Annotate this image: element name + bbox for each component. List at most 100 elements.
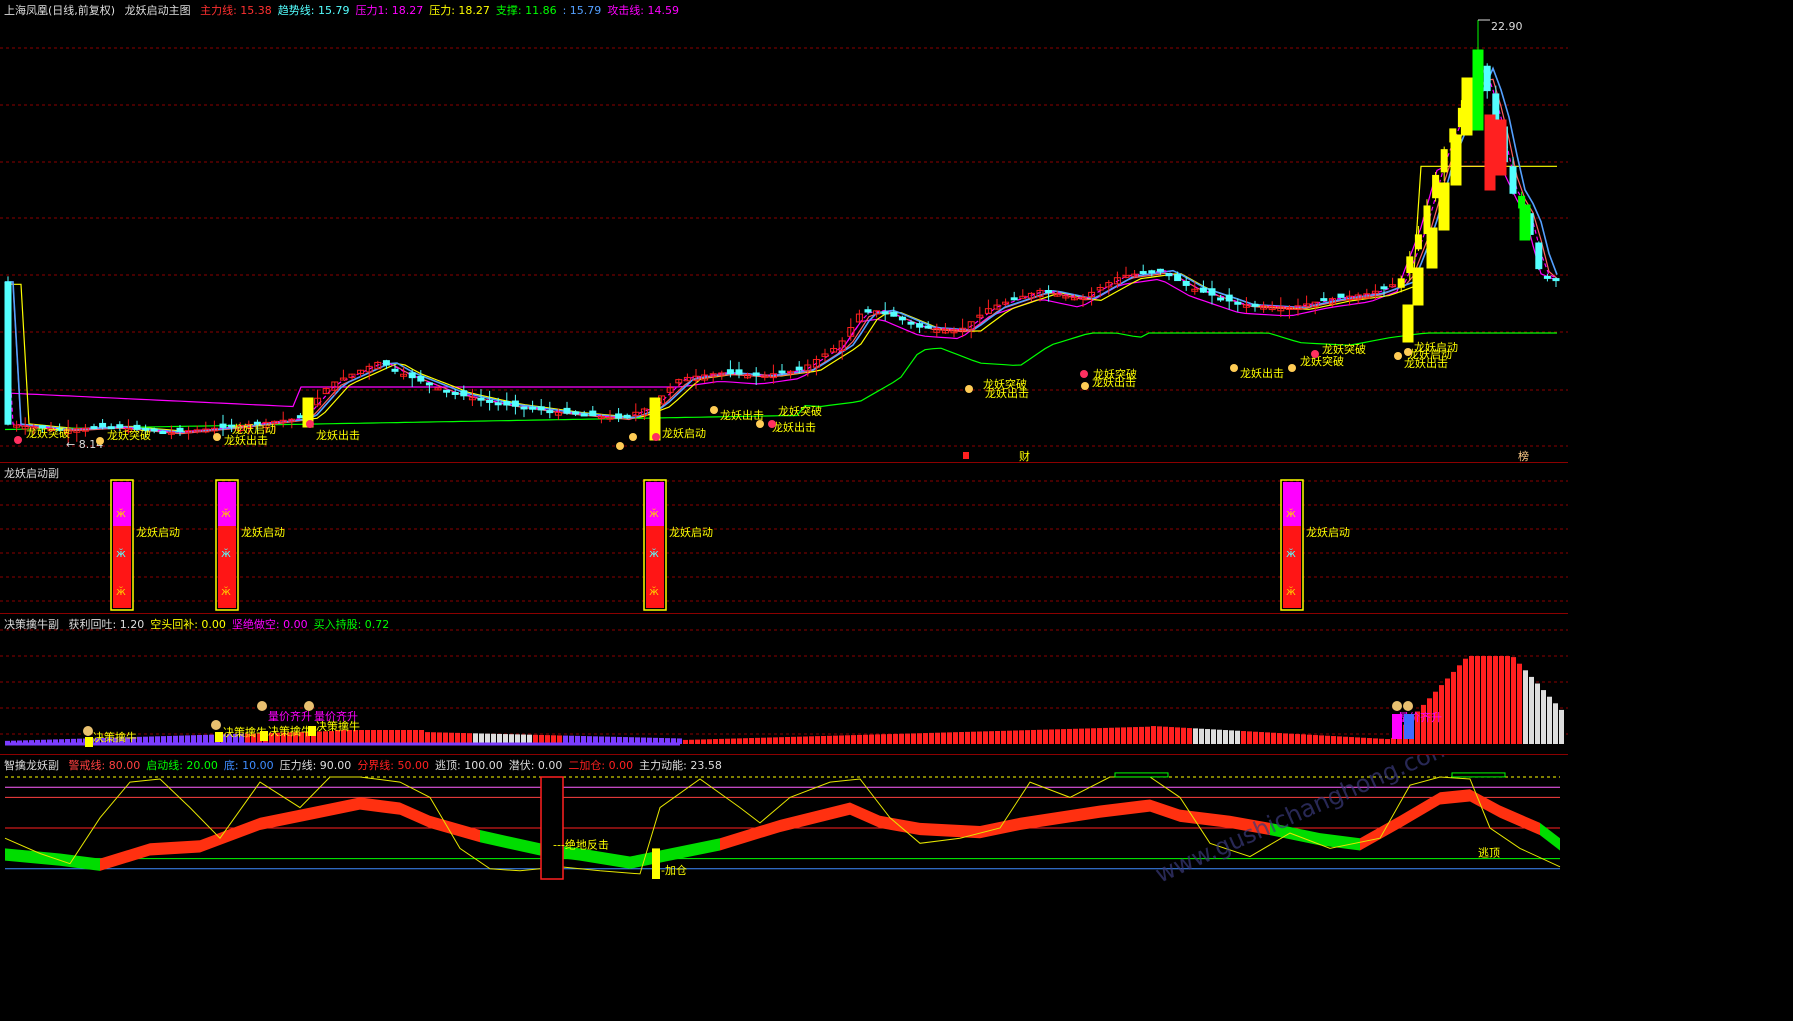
sub3-value-4: 分界线: 50.00 <box>357 759 430 772</box>
candle-body <box>1208 288 1216 296</box>
candle-body <box>477 397 485 401</box>
candle-body <box>1406 256 1414 274</box>
juece-bar <box>1253 731 1258 744</box>
candle-body <box>1217 297 1225 301</box>
momentum-band <box>1020 811 1060 831</box>
sub3-canvas[interactable]: ---绝地反击-加仓逃顶www.gushichanghong.com <box>0 755 1568 893</box>
main-chart-canvas[interactable]: 22.90← 8.14龙妖突破 龙妖突破 龙妖启动龙妖出击 龙妖出击 龙妖启动龙妖出击龙… <box>0 0 1568 462</box>
candle-body <box>1139 271 1147 275</box>
candle-body <box>907 321 915 325</box>
trend-line <box>5 66 1558 434</box>
candle-body <box>1509 166 1517 194</box>
juece-bar <box>749 738 754 744</box>
momentum-band <box>580 848 630 869</box>
juece-bar <box>413 730 418 744</box>
juece-bar <box>857 734 862 744</box>
juece-bar <box>947 732 952 744</box>
jueji-box <box>540 776 564 880</box>
juece-bar <box>1283 733 1288 744</box>
juece-bar <box>707 739 712 744</box>
candle-body <box>511 400 519 407</box>
juece-bar <box>821 735 826 744</box>
juece-bar <box>1247 731 1252 744</box>
juece-bar <box>1469 656 1474 744</box>
candle-body <box>116 424 124 429</box>
candle-body <box>1225 294 1233 302</box>
juece-bar <box>899 733 904 744</box>
juece-bar <box>1541 690 1546 744</box>
juece-bar <box>1115 727 1120 744</box>
candle-body <box>1251 303 1259 307</box>
candle-body <box>864 309 872 313</box>
candle-body <box>546 410 554 414</box>
sub-panel-qidong[interactable]: 龙妖启动副 ӂ ӂ ӂ 龙妖启动 ӂ ӂ ӂ 龙妖启动 ӂ ӂ ӂ 龙妖启动 ӂ ӂ ӂ 龙妖启动 <box>0 463 1568 614</box>
momentum-band <box>1100 799 1150 818</box>
juece-bar <box>833 735 838 744</box>
juece-bar <box>1169 727 1174 744</box>
taoding-label: 逃顶 <box>1478 847 1500 860</box>
signal-icon <box>1311 350 1319 358</box>
candle-body <box>520 406 528 410</box>
sub2-value-1: 空头回补: 0.00 <box>150 618 226 631</box>
juece-bar <box>917 733 922 744</box>
juece-bar <box>1277 733 1282 744</box>
money-bag-icon <box>304 701 314 711</box>
juece-bar <box>1025 730 1030 744</box>
juece-bar <box>461 733 466 744</box>
butterfly-icon: ӂ <box>649 507 659 520</box>
juece-bar <box>1061 729 1066 744</box>
sub2-title[interactable]: 决策擒牛副 <box>4 618 59 631</box>
juece-bar <box>977 731 982 744</box>
sub1-title[interactable]: 龙妖启动副 <box>4 467 59 480</box>
juece-bar <box>989 731 994 744</box>
juece-bar <box>719 738 724 744</box>
qidong-label: 龙妖启动 <box>241 525 285 539</box>
juece-bar <box>1271 732 1276 744</box>
juece-bar <box>1361 737 1366 744</box>
main-value-1: 趋势线: 15.79 <box>277 4 350 17</box>
taoding-marker <box>1114 772 1169 778</box>
candle-body <box>1148 270 1156 274</box>
signal-label-13: 龙妖出击 <box>1240 366 1284 380</box>
juece-bar <box>1505 656 1510 744</box>
juece-bar <box>467 733 472 744</box>
juece-marker-blue <box>1404 714 1414 739</box>
main-chart-panel[interactable]: 上海凤凰(日线,前复权) 龙妖启动主图 主力线: 15.38 趋势线: 15.79… <box>0 0 1568 463</box>
juece-bar <box>479 733 484 744</box>
candle-body <box>1440 149 1448 173</box>
juece-bar <box>1151 726 1156 744</box>
money-bag-icon <box>211 720 221 730</box>
liangjia-label-1: 量价齐升 <box>314 709 358 723</box>
juece-bar <box>491 733 496 744</box>
momentum-band <box>1360 815 1400 851</box>
sub2-canvas[interactable]: 决策擒牛 决策擒牛 决策擒牛 决策擒牛量价齐升 量价齐升 量价齐升 <box>0 614 1568 754</box>
sub1-canvas[interactable]: ӂ ӂ ӂ 龙妖启动 ӂ ӂ ӂ 龙妖启动 ӂ ӂ ӂ 龙妖启动 ӂ ӂ ӂ 龙妖启动 <box>0 463 1568 613</box>
pressure1-line <box>4 165 1558 408</box>
main-value-4: 支撑: 11.86 <box>495 4 557 17</box>
sub-panel-juece[interactable]: 决策擒牛副 获利回吐: 1.20 空头回补: 0.00 坚绝做空: 0.00 买入持股… <box>0 614 1568 755</box>
candle-body <box>159 431 167 435</box>
candle-body <box>1432 174 1440 199</box>
juece-bar <box>959 732 964 744</box>
juece-bar <box>1007 730 1012 744</box>
butterfly-icon: ӂ <box>1286 585 1296 598</box>
juece-bar <box>965 731 970 744</box>
indicator-name[interactable]: 龙妖启动主图 <box>125 4 191 17</box>
candle-body <box>890 311 898 317</box>
sub3-value-1: 启动线: 20.00 <box>146 759 218 772</box>
sub3-value-7: 二加仓: 0.00 <box>568 759 634 772</box>
juece-bar <box>809 736 814 744</box>
juece-bar <box>1229 730 1234 744</box>
juece-bar <box>911 733 916 744</box>
sub-panel-zhiqin[interactable]: 智擒龙妖副 警戒线: 80.00 启动线: 20.00 底: 10.00 压力线: 9… <box>0 755 1568 893</box>
juece-bar <box>803 736 808 744</box>
sub2-value-2: 坚绝做空: 0.00 <box>231 618 308 631</box>
sub3-title[interactable]: 智擒龙妖副 <box>4 759 59 772</box>
juece-bar <box>443 732 448 744</box>
juece-bar <box>1295 734 1300 744</box>
symbol-title[interactable]: 上海凤凰(日线,前复权) <box>4 4 115 17</box>
juece-bar <box>1187 728 1192 744</box>
juece-bar <box>737 738 742 744</box>
juece-bar <box>1031 729 1036 744</box>
momentum-band <box>260 807 310 831</box>
